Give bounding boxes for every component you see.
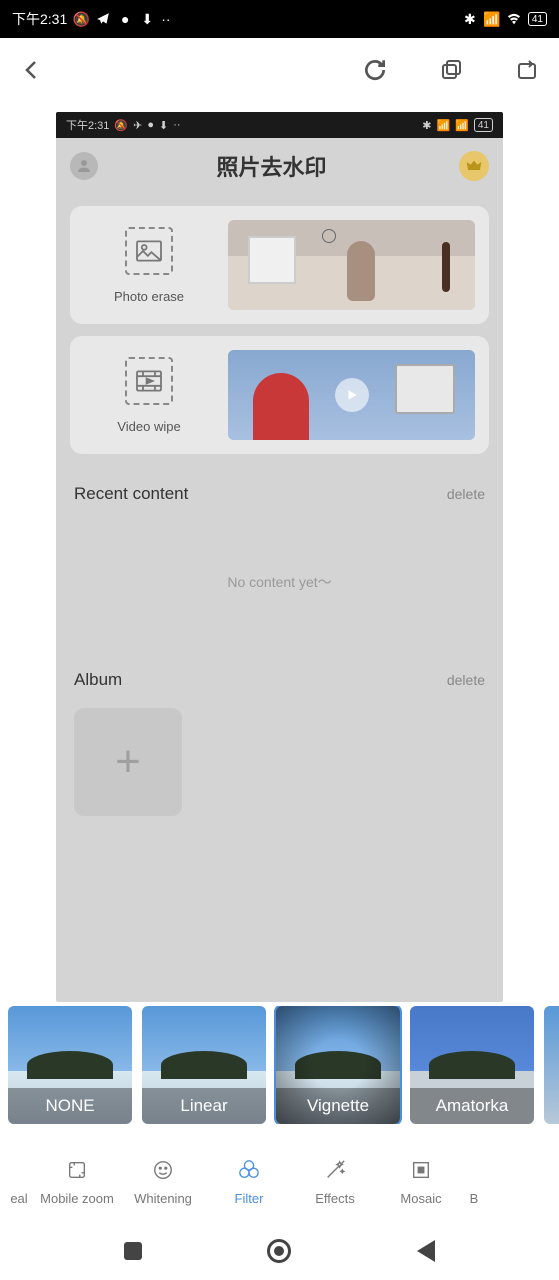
filter-thumb-vignette[interactable]: Vignette bbox=[276, 1006, 400, 1124]
bluetooth-icon: ✱ bbox=[462, 11, 478, 27]
back-button[interactable] bbox=[18, 56, 46, 84]
download-icon: ⬇ bbox=[139, 11, 155, 27]
download-icon: ⬇ bbox=[159, 119, 168, 132]
status-time: 下午2:31 bbox=[12, 9, 67, 29]
tool-label: Mosaic bbox=[378, 1191, 464, 1206]
album-section-header: Album delete bbox=[56, 652, 503, 708]
page-title: 照片去水印 bbox=[84, 150, 459, 182]
device-status-bar: 下午2:31 🔕 ● ⬇ ·· ✱ 📶 41 bbox=[0, 0, 559, 38]
video-icon bbox=[125, 357, 173, 405]
tool-label: Effects bbox=[292, 1191, 378, 1206]
tool-mobile-zoom[interactable]: Mobile zoom bbox=[34, 1155, 120, 1206]
tool-icon bbox=[206, 1155, 292, 1185]
recents-button[interactable] bbox=[117, 1235, 149, 1267]
chat-icon: ● bbox=[147, 119, 154, 131]
wifi-icon: 📶 bbox=[455, 119, 469, 132]
premium-badge[interactable] bbox=[459, 151, 489, 181]
back-nav-button[interactable] bbox=[410, 1235, 442, 1267]
recent-empty-text: No content yet〜 bbox=[56, 522, 503, 652]
tool-icon bbox=[292, 1155, 378, 1185]
telegram-icon: ✈ bbox=[133, 119, 142, 132]
tool-label: Filter bbox=[206, 1191, 292, 1206]
chat-icon: ● bbox=[117, 11, 133, 27]
filter-thumb-none[interactable]: NONE bbox=[8, 1006, 132, 1124]
tool-mosaic[interactable]: Mosaic bbox=[378, 1155, 464, 1206]
filter-label: Amatorka bbox=[410, 1088, 534, 1124]
play-icon bbox=[335, 378, 369, 412]
tool-icon bbox=[120, 1155, 206, 1185]
filter-label: Vignette bbox=[276, 1088, 400, 1124]
tool-icon bbox=[34, 1155, 120, 1185]
photo-erase-card[interactable]: Photo erase bbox=[70, 206, 489, 324]
bluetooth-icon: ✱ bbox=[422, 119, 431, 132]
video-wipe-card[interactable]: Video wipe bbox=[70, 336, 489, 454]
signal-icon: 📶 bbox=[436, 119, 450, 132]
recent-section-header: Recent content delete bbox=[56, 466, 503, 522]
filter-thumb-partial[interactable] bbox=[544, 1006, 559, 1124]
album-delete-button[interactable]: delete bbox=[447, 672, 485, 688]
tool-filter[interactable]: Filter bbox=[206, 1155, 292, 1206]
mute-icon: 🔕 bbox=[114, 119, 128, 132]
tool-label: Whitening bbox=[120, 1191, 206, 1206]
wifi-icon bbox=[506, 11, 522, 27]
recent-delete-button[interactable]: delete bbox=[447, 486, 485, 502]
refresh-button[interactable] bbox=[361, 56, 389, 84]
tool-partial-left[interactable]: eal bbox=[4, 1155, 34, 1206]
tool-partial-right[interactable]: B bbox=[464, 1155, 484, 1206]
tool-whitening[interactable]: Whitening bbox=[120, 1155, 206, 1206]
bottom-tool-bar: ealMobile zoomWhiteningFilterEffectsMosa… bbox=[0, 1140, 559, 1220]
share-button[interactable] bbox=[513, 56, 541, 84]
tool-effects[interactable]: Effects bbox=[292, 1155, 378, 1206]
photo-preview-thumbnail bbox=[228, 220, 475, 310]
inner-app-header: 照片去水印 bbox=[56, 138, 503, 194]
album-title: Album bbox=[74, 670, 122, 690]
filter-label: Linear bbox=[142, 1088, 266, 1124]
filter-strip[interactable]: NONE Linear Vignette Amatorka bbox=[0, 1006, 559, 1124]
video-preview-thumbnail bbox=[228, 350, 475, 440]
recent-title: Recent content bbox=[74, 484, 188, 504]
video-wipe-label: Video wipe bbox=[84, 419, 214, 434]
tool-label: Mobile zoom bbox=[34, 1191, 120, 1206]
content-preview: 下午2:31 🔕 ✈ ● ⬇ ·· ✱ 📶 📶 41 照片去水印 Photo bbox=[56, 112, 503, 1002]
photo-icon bbox=[125, 227, 173, 275]
filter-thumb-linear[interactable]: Linear bbox=[142, 1006, 266, 1124]
android-nav-bar bbox=[0, 1222, 559, 1280]
battery-icon: 41 bbox=[474, 118, 493, 132]
tool-icon bbox=[378, 1155, 464, 1185]
inner-status-bar: 下午2:31 🔕 ✈ ● ⬇ ·· ✱ 📶 📶 41 bbox=[56, 112, 503, 138]
home-button[interactable] bbox=[263, 1235, 295, 1267]
photo-erase-label: Photo erase bbox=[84, 289, 214, 304]
filter-label: NONE bbox=[8, 1088, 132, 1124]
filter-thumb-amatorka[interactable]: Amatorka bbox=[410, 1006, 534, 1124]
more-icon: ·· bbox=[173, 119, 180, 131]
signal-icon: 📶 bbox=[484, 11, 500, 27]
telegram-icon bbox=[95, 11, 111, 27]
copy-button[interactable] bbox=[437, 56, 465, 84]
mute-icon: 🔕 bbox=[73, 11, 89, 27]
plus-icon: + bbox=[115, 737, 141, 787]
battery-icon: 41 bbox=[528, 12, 547, 26]
album-add-button[interactable]: + bbox=[74, 708, 182, 816]
more-icon: ·· bbox=[161, 11, 170, 27]
app-toolbar bbox=[0, 38, 559, 102]
